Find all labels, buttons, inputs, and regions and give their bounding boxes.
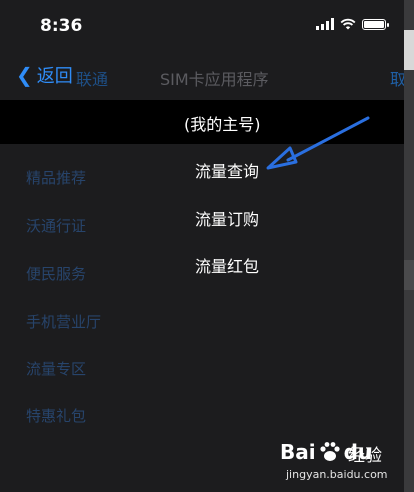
signal-icon [316,18,334,30]
back-label: 返回 [36,66,73,87]
submenu-item-data-gift[interactable]: 流量红包 [195,253,259,277]
side-edge-highlight [404,30,414,70]
annotation-arrow-icon [266,116,370,170]
side-edge [404,0,414,492]
background-menu-item: 手机营业厅 [26,313,102,331]
navigation-bar: ❮ 返回 联通 SIM卡应用程序 取消 [0,58,404,98]
background-menu-item: 流量专区 [26,360,87,378]
watermark-url: jingyan.baidu.com [286,468,388,481]
paw-icon [320,442,340,461]
phone-screen: 8:36 ❮ 返回 联通 SIM卡应用程序 取消 (我的主号) 精品推荐 沃通行… [0,0,404,492]
primary-number-label: (我的主号) [184,115,261,134]
chevron-left-icon: ❮ [16,63,33,87]
background-menu-item: 便民服务 [26,265,87,283]
status-icons [316,18,389,30]
cancel-button[interactable]: 取消 [390,66,404,90]
background-menu-item: 沃通行证 [26,217,87,235]
back-carrier-label: 联通 [76,70,109,89]
back-button[interactable]: ❮ 返回 [16,62,73,88]
side-edge-mark [404,260,414,290]
watermark-brand: 经验 [348,446,382,466]
submenu-item-data-order[interactable]: 流量订购 [195,206,259,230]
background-menu-item: 特惠礼包 [26,407,87,425]
page-title: SIM卡应用程序 [160,70,269,89]
wifi-icon [340,18,356,30]
logo-text-left: Bai [280,440,316,464]
battery-icon [362,18,389,30]
background-menu-item: 精品推荐 [26,169,87,187]
submenu-item-data-query[interactable]: 流量查询 [195,158,259,182]
baidu-jingyan-watermark: Bai du 经验 jingyan.baidu.com [280,440,404,488]
status-time: 8:36 [40,16,83,36]
